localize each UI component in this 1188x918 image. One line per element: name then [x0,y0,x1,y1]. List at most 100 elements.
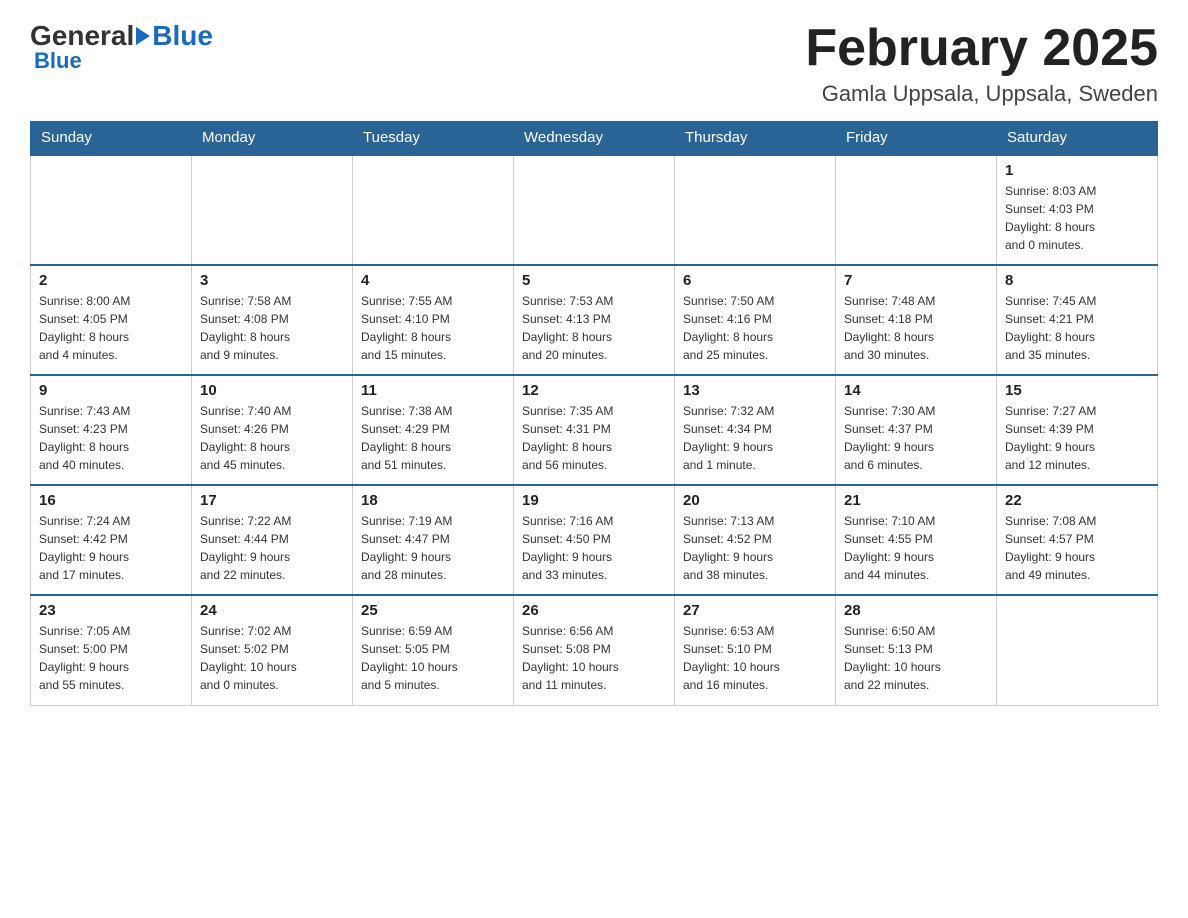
day-number: 6 [683,272,827,289]
page-header: GeneralBlue Blue February 2025 Gamla Upp… [30,20,1158,107]
table-row: 2Sunrise: 8:00 AMSunset: 4:05 PMDaylight… [31,265,192,375]
table-row: 8 Sunrise: 7:45 AMSunset: 4:21 PMDaylight… [997,265,1158,375]
logo: GeneralBlue Blue [30,20,213,74]
table-row: 28 Sunrise: 6:50 AMSunset: 5:13 PMDayligh… [836,595,997,705]
col-tuesday: Tuesday [353,121,514,155]
day-number: 25 [361,602,505,619]
day-number: 23 [39,602,183,619]
location-subtitle: Gamla Uppsala, Uppsala, Sweden [805,81,1158,107]
table-row: 15 Sunrise: 7:27 AMSunset: 4:39 PMDayligh… [997,375,1158,485]
day-number: 9 [39,382,183,399]
table-row [514,155,675,265]
day-info: Sunrise: 7:05 AMSunset: 5:00 PMDaylight:… [39,622,183,694]
table-row: 4 Sunrise: 7:55 AMSunset: 4:10 PMDaylight… [353,265,514,375]
table-row: 6 Sunrise: 7:50 AMSunset: 4:16 PMDaylight… [675,265,836,375]
table-row: 21Sunrise: 7:10 AMSunset: 4:55 PMDayligh… [836,485,997,595]
table-row: 14 Sunrise: 7:30 AMSunset: 4:37 PMDayligh… [836,375,997,485]
table-row: 24 Sunrise: 7:02 AMSunset: 5:02 PMDayligh… [192,595,353,705]
day-number: 11 [361,382,505,399]
day-info: Sunrise: 7:32 AMSunset: 4:34 PMDaylight:… [683,402,827,474]
table-row [353,155,514,265]
day-info: Sunrise: 6:59 AMSunset: 5:05 PMDaylight:… [361,622,505,694]
day-info: Sunrise: 7:48 AMSunset: 4:18 PMDaylight:… [844,292,988,364]
day-number: 27 [683,602,827,619]
calendar-week-row: 23 Sunrise: 7:05 AMSunset: 5:00 PMDayligh… [31,595,1158,705]
table-row [997,595,1158,705]
logo-underline: Blue [34,48,82,74]
day-number: 26 [522,602,666,619]
day-number: 5 [522,272,666,289]
calendar-week-row: 16 Sunrise: 7:24 AMSunset: 4:42 PMDayligh… [31,485,1158,595]
day-info: Sunrise: 7:27 AMSunset: 4:39 PMDaylight:… [1005,402,1149,474]
day-number: 14 [844,382,988,399]
day-info: Sunrise: 7:53 AMSunset: 4:13 PMDaylight:… [522,292,666,364]
table-row: 3 Sunrise: 7:58 AMSunset: 4:08 PMDaylight… [192,265,353,375]
day-number: 13 [683,382,827,399]
table-row: 17Sunrise: 7:22 AMSunset: 4:44 PMDayligh… [192,485,353,595]
table-row: 10 Sunrise: 7:40 AMSunset: 4:26 PMDayligh… [192,375,353,485]
logo-triangle-icon [136,27,150,45]
day-info: Sunrise: 7:10 AMSunset: 4:55 PMDaylight:… [844,512,988,584]
day-info: Sunrise: 7:13 AMSunset: 4:52 PMDaylight:… [683,512,827,584]
day-info: Sunrise: 7:45 AMSunset: 4:21 PMDaylight:… [1005,292,1149,364]
day-number: 28 [844,602,988,619]
day-info: Sunrise: 7:58 AMSunset: 4:08 PMDaylight:… [200,292,344,364]
col-sunday: Sunday [31,121,192,155]
day-number: 1 [1005,162,1149,179]
table-row: 25 Sunrise: 6:59 AMSunset: 5:05 PMDayligh… [353,595,514,705]
table-row: 23 Sunrise: 7:05 AMSunset: 5:00 PMDayligh… [31,595,192,705]
table-row: 11Sunrise: 7:38 AMSunset: 4:29 PMDayligh… [353,375,514,485]
day-number: 4 [361,272,505,289]
table-row: 26 Sunrise: 6:56 AMSunset: 5:08 PMDayligh… [514,595,675,705]
title-section: February 2025 Gamla Uppsala, Uppsala, Sw… [805,20,1158,107]
day-number: 19 [522,492,666,509]
day-number: 7 [844,272,988,289]
table-row: 5 Sunrise: 7:53 AMSunset: 4:13 PMDaylight… [514,265,675,375]
day-number: 20 [683,492,827,509]
day-info: Sunrise: 7:40 AMSunset: 4:26 PMDaylight:… [200,402,344,474]
table-row [31,155,192,265]
day-number: 18 [361,492,505,509]
day-number: 3 [200,272,344,289]
day-info: Sunrise: 7:50 AMSunset: 4:16 PMDaylight:… [683,292,827,364]
day-info: Sunrise: 8:00 AMSunset: 4:05 PMDaylight:… [39,292,183,364]
table-row: 7 Sunrise: 7:48 AMSunset: 4:18 PMDaylight… [836,265,997,375]
day-info: Sunrise: 6:50 AMSunset: 5:13 PMDaylight:… [844,622,988,694]
day-number: 17 [200,492,344,509]
day-info: Sunrise: 8:03 AMSunset: 4:03 PMDaylight:… [1005,182,1149,254]
col-monday: Monday [192,121,353,155]
day-number: 8 [1005,272,1149,289]
day-info: Sunrise: 7:43 AMSunset: 4:23 PMDaylight:… [39,402,183,474]
table-row [192,155,353,265]
day-info: Sunrise: 7:30 AMSunset: 4:37 PMDaylight:… [844,402,988,474]
table-row: 27Sunrise: 6:53 AMSunset: 5:10 PMDayligh… [675,595,836,705]
table-row: 12Sunrise: 7:35 AMSunset: 4:31 PMDayligh… [514,375,675,485]
col-wednesday: Wednesday [514,121,675,155]
table-row: 13 Sunrise: 7:32 AMSunset: 4:34 PMDayligh… [675,375,836,485]
table-row: 16 Sunrise: 7:24 AMSunset: 4:42 PMDayligh… [31,485,192,595]
table-row [675,155,836,265]
day-info: Sunrise: 6:56 AMSunset: 5:08 PMDaylight:… [522,622,666,694]
table-row: 20 Sunrise: 7:13 AMSunset: 4:52 PMDayligh… [675,485,836,595]
table-row: 18 Sunrise: 7:19 AMSunset: 4:47 PMDayligh… [353,485,514,595]
day-number: 10 [200,382,344,399]
calendar-week-row: 1 Sunrise: 8:03 AMSunset: 4:03 PMDaylight… [31,155,1158,265]
month-title: February 2025 [805,20,1158,77]
day-info: Sunrise: 7:24 AMSunset: 4:42 PMDaylight:… [39,512,183,584]
col-saturday: Saturday [997,121,1158,155]
day-info: Sunrise: 7:16 AMSunset: 4:50 PMDaylight:… [522,512,666,584]
col-thursday: Thursday [675,121,836,155]
day-number: 15 [1005,382,1149,399]
table-row [836,155,997,265]
table-row: 1 Sunrise: 8:03 AMSunset: 4:03 PMDaylight… [997,155,1158,265]
table-row: 22Sunrise: 7:08 AMSunset: 4:57 PMDayligh… [997,485,1158,595]
day-info: Sunrise: 7:19 AMSunset: 4:47 PMDaylight:… [361,512,505,584]
day-number: 16 [39,492,183,509]
col-friday: Friday [836,121,997,155]
calendar-week-row: 2Sunrise: 8:00 AMSunset: 4:05 PMDaylight… [31,265,1158,375]
logo-blue-text: Blue [152,20,213,52]
day-number: 22 [1005,492,1149,509]
day-info: Sunrise: 7:55 AMSunset: 4:10 PMDaylight:… [361,292,505,364]
day-number: 24 [200,602,344,619]
day-info: Sunrise: 7:02 AMSunset: 5:02 PMDaylight:… [200,622,344,694]
